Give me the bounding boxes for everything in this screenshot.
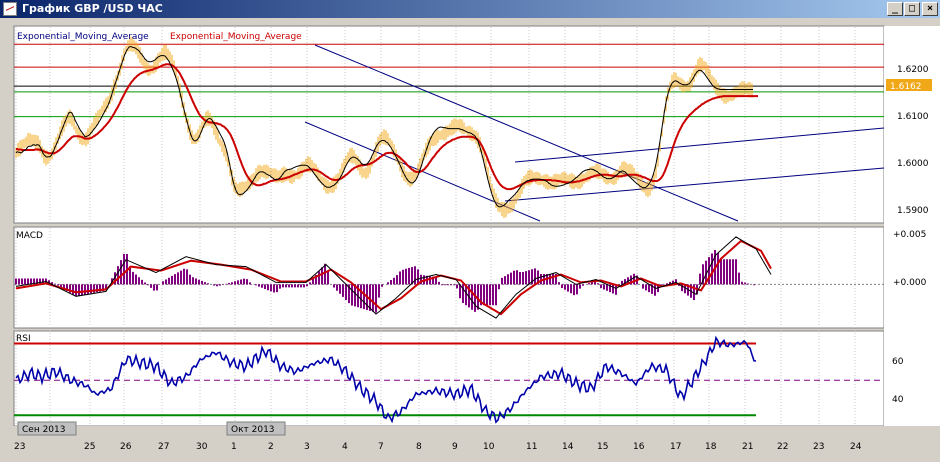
time-axis-label: 24 — [850, 442, 862, 452]
chart-app-icon — [3, 2, 17, 16]
macd-tick-plus-0005: +0.005 — [893, 230, 926, 240]
time-axis-label: 11 — [526, 442, 537, 452]
price-tick-16200: 1.6200 — [897, 65, 929, 75]
time-axis-label: 4 — [342, 442, 348, 452]
close-button[interactable]: × — [922, 2, 938, 16]
time-axis-background — [0, 426, 940, 462]
current-price-label: 1.6162 — [890, 82, 922, 92]
time-axis-label: 23 — [813, 442, 824, 452]
macd-tick-zero: +0.000 — [893, 278, 927, 288]
time-axis-label: 27 — [158, 442, 169, 452]
minimize-button[interactable]: _ — [887, 2, 903, 16]
time-axis-label: 25 — [84, 442, 95, 452]
time-axis-label: 9 — [452, 442, 458, 452]
price-tick-16100: 1.6100 — [897, 112, 929, 122]
rsi-panel — [13, 330, 885, 427]
rsi-tick-60: 60 — [892, 357, 904, 367]
time-axis-label: 1 — [231, 442, 237, 452]
month-label-sep: Сен 2013 — [22, 425, 65, 435]
time-axis-label: 30 — [196, 442, 208, 452]
rsi-tick-40: 40 — [892, 395, 904, 405]
window-title: График GBP /USD ЧАС — [22, 2, 163, 15]
time-axis-label: 3 — [304, 442, 310, 452]
maximize-button[interactable]: □ — [904, 2, 920, 16]
time-axis-label: 23 — [14, 442, 25, 452]
month-label-oct: Окт 2013 — [231, 425, 275, 435]
time-axis-label: 10 — [483, 442, 495, 452]
time-axis-label: 14 — [562, 442, 574, 452]
time-axis-label: 15 — [597, 442, 608, 452]
price-tick-16000: 1.6000 — [897, 159, 929, 169]
price-tick-15900: 1.5900 — [897, 206, 929, 216]
time-axis-label: 8 — [416, 442, 422, 452]
time-axis-label: 2 — [268, 442, 274, 452]
time-axis-label: 17 — [670, 442, 681, 452]
time-axis-label: 7 — [378, 442, 384, 452]
price-panel — [13, 25, 885, 224]
time-axis-label: 21 — [742, 442, 753, 452]
chart-canvas: Exponential_Moving_Average Exponential_M… — [0, 25, 940, 462]
macd-title: MACD — [16, 231, 43, 241]
chart-window: График GBP /USD ЧАС _ □ × Exponential_Mo… — [0, 0, 940, 462]
price-legend-fast: Exponential_Moving_Average — [17, 32, 149, 42]
rsi-title: RSI — [16, 334, 31, 344]
time-axis-label: 18 — [705, 442, 717, 452]
time-axis-label: 22 — [777, 442, 788, 452]
time-axis-label: 16 — [633, 442, 645, 452]
price-legend-slow: Exponential_Moving_Average — [170, 32, 302, 42]
time-axis-label: 26 — [120, 442, 132, 452]
title-bar[interactable]: График GBP /USD ЧАС _ □ × — [0, 0, 940, 18]
